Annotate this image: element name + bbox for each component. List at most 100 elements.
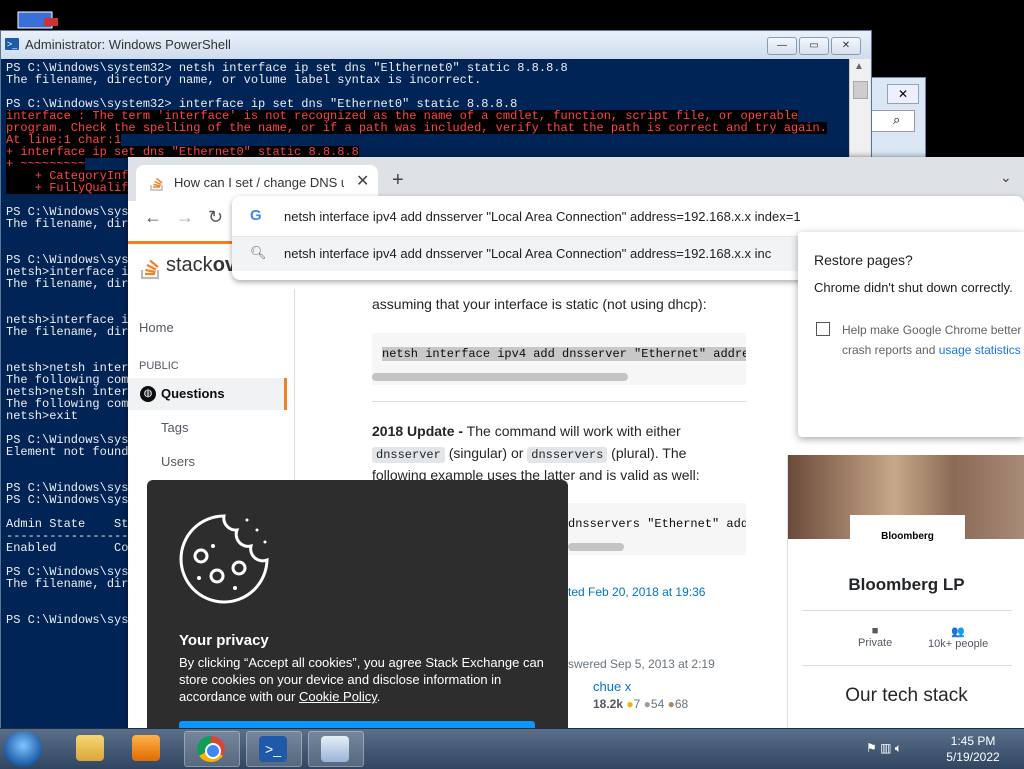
console-line: netsh>exit: [6, 409, 79, 423]
globe-icon: ◍: [140, 386, 156, 402]
company-ad[interactable]: Bloomberg Bloomberg LP ■ Private 👥 10k+ pe…: [787, 455, 1024, 728]
help-improve-checkbox[interactable]: [816, 322, 830, 336]
background-search-field[interactable]: [869, 110, 915, 132]
volume-icon[interactable]: 🔈︎: [895, 741, 902, 755]
taskbar: >_ ⚑ ▥ 🔈︎ 1:45 PM 5/19/2022: [0, 728, 1024, 769]
taskbar-explorer[interactable]: [64, 731, 118, 765]
console-line: The filename, dire: [6, 577, 136, 591]
company-type: ■ Private: [858, 625, 893, 649]
maximize-button[interactable]: ▭: [799, 37, 829, 55]
network-window-icon: [321, 736, 349, 762]
tab-title: How can I set / change DNS usin: [174, 175, 344, 190]
console-line: The filename, directory name, or volume …: [6, 73, 482, 87]
cookie-icon: [179, 514, 269, 604]
taskbar-chrome[interactable]: [184, 731, 240, 767]
dialog-message: Chrome didn't shut down correctly.: [814, 280, 1013, 295]
text: (plural). The: [607, 445, 687, 461]
cookie-text: By clicking “Accept all cookies”, you ag…: [179, 655, 544, 704]
people-icon: 👥: [951, 626, 965, 638]
back-button[interactable]: ←: [144, 207, 162, 228]
sidebar-item-questions[interactable]: ◍ Questions: [128, 378, 287, 410]
tab-strip: How can I set / change DNS usin ✕ + ⌄: [128, 157, 1024, 201]
bronze-badge-icon: ●: [667, 697, 675, 711]
close-button[interactable]: ✕: [831, 37, 861, 55]
update-paragraph-line2: dnsserver (singular) or dnsservers (plur…: [372, 442, 686, 466]
sidebar-item-tags[interactable]: Tags: [161, 420, 188, 435]
tab-search-chevron-icon[interactable]: ⌄: [1000, 169, 1012, 186]
update-paragraph: 2018 Update - The command will work with…: [372, 420, 681, 442]
accept-all-cookies-button[interactable]: [179, 721, 535, 728]
close-icon[interactable]: ✕: [887, 84, 919, 104]
help-improve-label: Help make Google Chrome better crash repo…: [842, 320, 1024, 360]
clock[interactable]: 1:45 PM 5/19/2022: [928, 733, 1018, 765]
background-window[interactable]: ✕ ⌕: [868, 77, 926, 169]
new-tab-button[interactable]: +: [392, 169, 404, 192]
console-error-line: program. Check the spelling of the name,…: [6, 121, 827, 135]
window-title: Administrator: Windows PowerShell: [25, 37, 231, 52]
console-line: The filename, dire: [6, 325, 136, 339]
code-scrollbar[interactable]: [568, 543, 624, 551]
code-text: dnsservers "Ethernet" addr: [568, 517, 746, 531]
console-line: PS C:\Windows\syst: [6, 613, 136, 627]
system-tray[interactable]: ⚑ ▥ 🔈︎: [866, 741, 902, 756]
folder-icon: [76, 735, 104, 761]
code-scrollbar[interactable]: [372, 373, 628, 381]
code-block[interactable]: netsh interface ipv4 add dnsserver "Ethe…: [372, 333, 746, 385]
cookie-policy-link[interactable]: Cookie Policy: [299, 689, 377, 704]
stackoverflow-logo-icon[interactable]: [140, 254, 162, 280]
restore-pages-dialog[interactable]: Restore pages? Chrome didn't shut down c…: [798, 232, 1024, 437]
search-icon[interactable]: ⌕: [893, 112, 900, 128]
network-icon[interactable]: ▥: [880, 741, 891, 755]
divider: [372, 401, 746, 402]
address-bar-input[interactable]: netsh interface ipv4 add dnsserver "Loca…: [284, 209, 801, 224]
update-text: The command will work with either: [463, 423, 681, 439]
answer-text: assuming that your interface is static (…: [372, 296, 707, 312]
taskbar-powershell[interactable]: >_: [246, 731, 302, 767]
minimize-button[interactable]: —: [767, 37, 797, 55]
company-name[interactable]: Bloomberg LP: [788, 575, 1024, 595]
edited-timestamp[interactable]: ted Feb 20, 2018 at 19:36: [568, 585, 705, 599]
console-error-line: + FullyQualif: [6, 181, 129, 195]
reload-button[interactable]: ↻: [208, 207, 223, 228]
divider: [802, 665, 1012, 666]
flag-icon[interactable]: ⚑: [866, 741, 877, 755]
scroll-up-icon[interactable]: ▲: [854, 61, 864, 72]
company-logo: Bloomberg: [850, 515, 965, 551]
sidebar-item-home[interactable]: Home: [139, 320, 174, 335]
lock-icon: ■: [871, 625, 879, 637]
powershell-icon: >_: [259, 736, 287, 762]
dialog-title: Restore pages?: [814, 252, 913, 268]
stackoverflow-favicon-icon: [150, 177, 163, 191]
console-line: The filename, dire: [6, 277, 136, 291]
scroll-thumb[interactable]: [853, 81, 868, 99]
answered-timestamp: swered Sep 5, 2013 at 2:19: [568, 657, 715, 671]
user-reputation: 18.2k ●7 ●54 ●68: [593, 697, 689, 711]
inline-code: dnsservers: [527, 447, 608, 463]
text: (singular) or: [444, 445, 528, 461]
forward-button[interactable]: →: [176, 207, 194, 228]
chrome-icon: [197, 736, 225, 762]
company-size: 👥 10k+ people: [928, 626, 989, 650]
console-line: Element not found.: [6, 445, 136, 459]
taskbar-media-player[interactable]: [120, 731, 174, 765]
code-text: netsh interface ipv4 add dnsserver "Ethe…: [382, 347, 746, 361]
desktop-computer-icon[interactable]: [14, 10, 62, 30]
media-player-icon: [132, 735, 160, 761]
console-line: Enabled Con: [6, 541, 136, 555]
taskbar-network[interactable]: [308, 731, 364, 767]
cookie-title: Your privacy: [179, 632, 269, 649]
console-line: PS C:\Windows\syst: [6, 493, 136, 507]
sidebar-item-users[interactable]: Users: [161, 454, 195, 469]
logo-word: stack: [166, 254, 213, 276]
divider: [802, 610, 1012, 611]
start-button[interactable]: [4, 731, 42, 767]
powershell-icon: >_: [5, 38, 19, 50]
usage-statistics-link[interactable]: usage statistics t: [939, 343, 1024, 357]
user-name[interactable]: chue x: [593, 679, 631, 694]
sidebar-section-public: PUBLIC: [139, 360, 179, 372]
google-g-icon: G: [250, 207, 262, 224]
gold-badge-icon: ●: [626, 697, 634, 711]
silver-badge-icon: ●: [643, 697, 651, 711]
sidebar-item-label: Questions: [161, 386, 225, 401]
tab-close-icon[interactable]: ✕: [356, 171, 369, 191]
